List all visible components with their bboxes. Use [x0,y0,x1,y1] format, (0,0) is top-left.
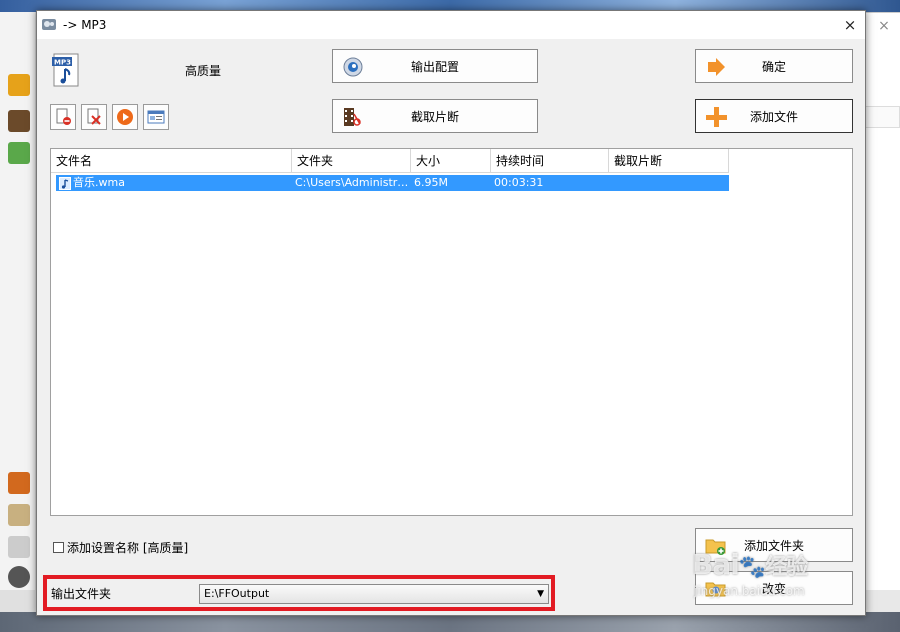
cell-clip [609,175,729,191]
document-icon [8,504,30,526]
column-header-clip[interactable]: 截取片断 [609,149,729,173]
column-header-folder[interactable]: 文件夹 [292,149,411,173]
mp3-format-icon: MP3 [52,53,79,87]
remove-icon [87,108,101,125]
drive-icon [8,536,30,558]
delete-file-button[interactable] [50,104,76,130]
audio-file-icon [59,176,71,190]
table-row[interactable]: 音乐.wma C:\Users\Administr… 6.95M 00:03:3… [56,175,729,191]
add-folder-button[interactable]: 添加文件夹 [695,528,853,562]
folder-add-icon [704,534,728,558]
add-setting-name-checkbox[interactable] [53,542,64,553]
folder-icon [8,74,30,96]
parent-app-sidebar [0,12,36,612]
cell-size: 6.95M [414,176,448,189]
folder-change-icon [704,577,728,601]
column-header-size[interactable]: 大小 [411,149,491,173]
output-folder-label: 输出文件夹 [51,587,112,601]
parent-status-right [862,590,900,612]
picture-icon [8,472,30,494]
cell-duration: 00:03:31 [494,176,544,189]
add-setting-name-option[interactable]: 添加设置名称 [高质量] [53,539,188,556]
gear-icon [341,55,365,79]
column-header-name[interactable]: 文件名 [51,149,292,173]
parent-close-icon[interactable]: × [876,18,892,34]
file-name: 音乐.wma [73,176,125,189]
ok-button[interactable]: 确定 [695,49,853,83]
dialog-title: -> MP3 [63,18,107,32]
file-list-header: 文件名 文件夹 大小 持续时间 截取片断 [51,149,729,173]
play-button[interactable] [112,104,138,130]
output-folder-value: E:\FFOutput [204,587,270,600]
delete-doc-icon [56,108,71,125]
cell-folder: C:\Users\Administr… [295,176,409,189]
cell-name: 音乐.wma [56,175,292,191]
file-info-button[interactable] [143,104,169,130]
close-button[interactable]: × [839,15,861,35]
add-file-button[interactable]: 添加文件 [695,99,853,133]
film-scissors-icon [341,105,365,129]
output-folder-select[interactable]: E:\FFOutput ▼ [199,584,549,604]
video-icon [8,110,30,132]
clip-button[interactable]: 截取片断 [332,99,538,133]
app-icon [42,19,56,30]
plus-icon [704,105,728,129]
output-config-button[interactable]: 输出配置 [332,49,538,83]
remove-file-button[interactable] [81,104,107,130]
output-folder-row: 输出文件夹 E:\FFOutput ▼ [43,575,555,611]
chevron-down-icon: ▼ [537,589,544,599]
svg-text:MP3: MP3 [54,59,71,67]
convert-dialog: -> MP3 × MP3 高质量 输出配置 截取片断 确定 添加文件 文件名 文… [36,10,866,616]
arrow-right-icon [704,55,728,79]
play-icon [117,109,133,125]
file-list[interactable]: 文件名 文件夹 大小 持续时间 截取片断 音乐.wma C:\Users\Adm… [50,148,853,516]
music-icon [8,142,30,164]
column-header-duration[interactable]: 持续时间 [491,149,609,173]
preset-quality-label: 高质量 [185,64,222,78]
parent-status-icon [0,590,36,612]
info-icon [147,110,165,124]
title-bar: -> MP3 × [37,11,865,39]
change-folder-button[interactable]: 改变 [695,571,853,605]
film-reel-icon [8,566,30,588]
add-setting-name-label: 添加设置名称 [高质量] [67,541,189,555]
